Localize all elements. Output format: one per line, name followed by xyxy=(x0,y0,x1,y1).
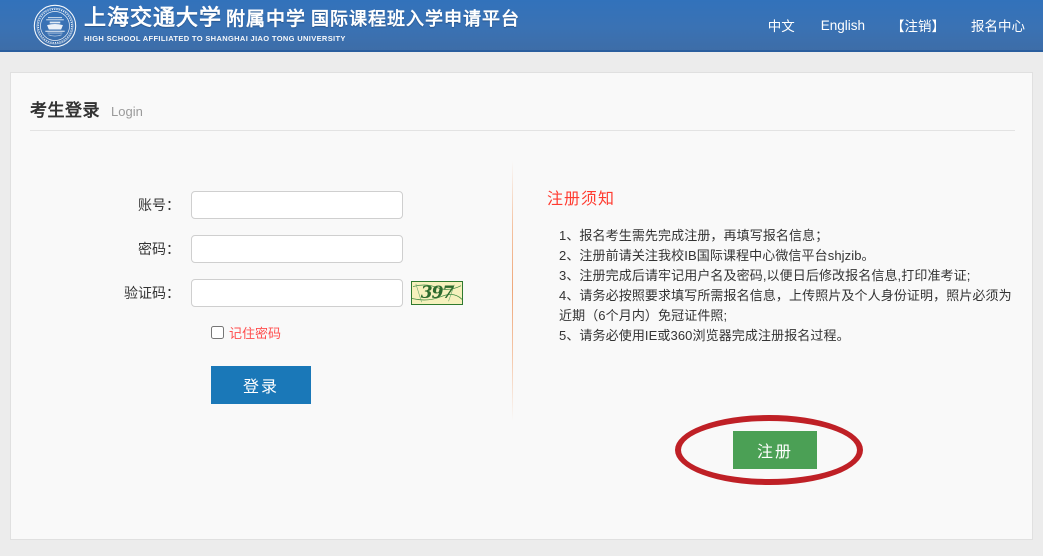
captcha-input[interactable] xyxy=(191,279,403,307)
notice-panel: 注册须知 1、报名考生需先完成注册，再填写报名信息； 2、注册前请关注我校IB国… xyxy=(547,185,1017,346)
register-area: 注册 xyxy=(547,343,1017,485)
remember-password-label[interactable]: 记住密码 xyxy=(229,323,281,342)
account-row: 账号： xyxy=(11,191,511,219)
title-divider xyxy=(30,130,1015,131)
brand-subtitle: HIGH SCHOOL AFFILIATED TO SHANGHAI JIAO … xyxy=(84,34,346,43)
vertical-divider xyxy=(512,161,513,421)
login-card: 考生登录 Login 账号： 密码： 验证码： 397 记住密码 登录 注册须知… xyxy=(10,72,1033,540)
nav-link-registration-center[interactable]: 报名中心 xyxy=(971,15,1025,35)
page-title: 考生登录 Login xyxy=(30,96,143,121)
brand-block: 上海交通大学 附属中学 国际课程班入学申请平台 HIGH SCHOOL AFFILI… xyxy=(33,3,520,48)
register-button[interactable]: 注册 xyxy=(733,431,817,469)
notice-item: 3、注册完成后请牢记用户名及密码,以便日后修改报名信息,打印准考证; xyxy=(559,268,971,283)
login-form: 账号： 密码： 验证码： 397 记住密码 登录 xyxy=(11,191,511,404)
captcha-code: 397 xyxy=(420,283,455,303)
captcha-label: 验证码： xyxy=(124,285,180,301)
brand-title-part1: 上海交通大学 xyxy=(84,5,223,31)
password-label: 密码： xyxy=(138,241,180,257)
nav-link-chinese[interactable]: 中文 xyxy=(768,15,795,35)
password-input[interactable] xyxy=(191,235,403,263)
nav-link-logout[interactable]: 【注销】 xyxy=(891,15,945,35)
brand-title-part3: 国际课程班入学申请平台 xyxy=(311,9,521,30)
brand-title-part2: 附属中学 xyxy=(226,8,307,30)
header-nav: 中文 English 【注销】 报名中心 xyxy=(768,0,1025,50)
account-input[interactable] xyxy=(191,191,403,219)
remember-password-row: 记住密码 xyxy=(211,323,511,342)
site-header: 上海交通大学 附属中学 国际课程班入学申请平台 HIGH SCHOOL AFFILI… xyxy=(0,0,1043,52)
page-title-cn: 考生登录 xyxy=(30,101,100,120)
notice-list: 1、报名考生需先完成注册，再填写报名信息； 2、注册前请关注我校IB国际课程中心… xyxy=(547,226,1017,346)
notice-item: 2、注册前请关注我校IB国际课程中心微信平台shjzib。 xyxy=(559,248,875,263)
page-title-en: Login xyxy=(111,104,143,119)
account-label: 账号： xyxy=(138,197,180,213)
password-row: 密码： xyxy=(11,235,511,263)
notice-title: 注册须知 xyxy=(547,191,616,208)
notice-item: 4、请务必按照要求填写所需报名信息，上传照片及个人身份证明，照片必须为近期（6个… xyxy=(559,288,1012,323)
notice-item: 1、报名考生需先完成注册，再填写报名信息； xyxy=(559,228,829,243)
brand-title: 上海交通大学 附属中学 国际课程班入学申请平台 xyxy=(84,5,520,33)
remember-password-checkbox[interactable] xyxy=(211,326,224,339)
login-button[interactable]: 登录 xyxy=(211,366,311,404)
sjtu-seal-icon xyxy=(33,4,77,48)
captcha-image[interactable]: 397 xyxy=(411,281,463,305)
brand-text: 上海交通大学 附属中学 国际课程班入学申请平台 HIGH SCHOOL AFFILI… xyxy=(84,5,520,44)
nav-link-english[interactable]: English xyxy=(821,18,865,33)
captcha-row: 验证码： 397 xyxy=(11,279,511,307)
